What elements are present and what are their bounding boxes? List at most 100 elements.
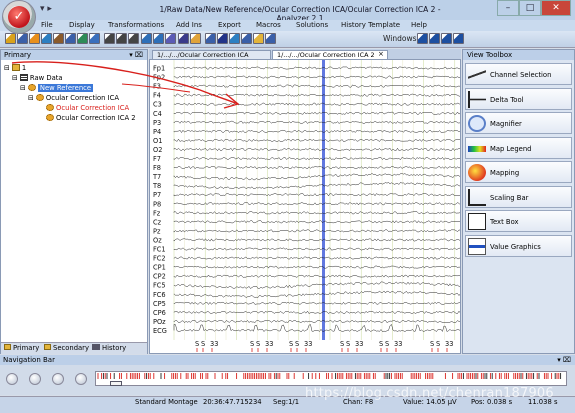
channel-label[interactable]: CP1 [153,264,166,272]
event-marker[interactable]: S [195,340,199,348]
event-marker[interactable]: S [340,340,344,348]
menu-transformations[interactable]: Transformations [108,21,164,29]
event-marker[interactable]: 33 [210,340,218,348]
collapse-icon[interactable]: ⊟ [4,64,10,72]
tree-icon[interactable] [17,33,28,44]
open-icon[interactable] [5,33,16,44]
navigation-track[interactable] [95,371,567,386]
position-thumb[interactable] [110,381,122,386]
channel-label[interactable]: POz [153,318,166,326]
channel-label[interactable]: T8 [152,182,161,190]
wave-icon[interactable] [229,33,240,44]
channel-label[interactable]: CP5 [153,300,166,308]
m-icon[interactable] [217,33,228,44]
menu-help[interactable]: Help [411,21,427,29]
event-marker[interactable]: S [346,340,350,348]
page-icon[interactable] [190,33,201,44]
event-marker[interactable]: S [295,340,299,348]
monitor-icon[interactable] [178,33,189,44]
tool-scaling-bar[interactable]: Scaling Bar [465,185,572,208]
channel-label[interactable]: Fz [153,209,161,217]
quick-access-toolbar[interactable]: ▾ ▸ [40,4,52,14]
event-marker[interactable]: S [256,340,260,348]
cascade-icon[interactable] [417,33,428,44]
app-logo-icon[interactable]: ✓ [8,6,30,28]
channel-label[interactable]: Fp2 [153,74,165,82]
channel-label[interactable]: O2 [153,146,162,154]
channel-label[interactable]: ECG [153,327,167,335]
cube-icon[interactable] [53,33,64,44]
panel-pin-icon[interactable]: ▾ ⌧ [557,355,571,365]
event-marker[interactable]: S [430,340,434,348]
channel-label[interactable]: F7 [153,155,161,163]
left-arrow-icon[interactable] [128,33,139,44]
channel-label[interactable]: Fp1 [153,65,165,73]
channel-label[interactable]: FC2 [153,255,166,263]
collapse-icon[interactable]: ⊟ [12,74,18,82]
channel-label[interactable]: T7 [152,173,161,181]
windows-menu[interactable]: Windows [383,34,416,43]
tool-map-legend[interactable]: Map Legend [465,136,572,159]
channel-label[interactable]: Cz [153,218,162,226]
event-marker[interactable]: 33 [445,340,453,348]
tree-item-raw-data[interactable]: ⊟ Raw Data [4,73,136,83]
previous-page-button[interactable] [29,373,41,385]
event-marker[interactable]: S [436,340,440,348]
channel-label[interactable]: F3 [153,83,161,91]
event-marker[interactable]: S [289,340,293,348]
menu-display[interactable]: Display [69,21,95,29]
menu-solutions[interactable]: Solutions [296,21,328,29]
channel-label[interactable]: FC6 [153,291,166,299]
tree-item-new-reference[interactable]: ⊟ New Reference [4,83,136,93]
zoom-icon[interactable] [265,33,276,44]
channel-label[interactable]: C4 [153,110,162,118]
eeg-traces[interactable]: Fp1Fp2F3F4C3C4P3P4O1O2F7F8T7T8P7P8FzCzPz… [150,60,461,354]
event-marker[interactable]: 33 [394,340,402,348]
window-icon[interactable] [441,33,452,44]
tab-ocular-correction-ica[interactable]: 1/.../.../Ocular Correction ICA [152,50,271,59]
tree-item-root[interactable]: ⊟ 1 [4,63,136,73]
time-cursor[interactable] [322,60,325,340]
event-marker[interactable]: 33 [265,340,273,348]
channel-label[interactable]: O1 [153,137,162,145]
channel-label[interactable]: P7 [153,191,161,199]
channel-label[interactable]: C3 [153,101,162,109]
event-marker[interactable]: 33 [304,340,312,348]
event-marker[interactable]: S [385,340,389,348]
tree-item-ocular-correction-ica[interactable]: ⊟ Ocular Correction ICA [4,93,136,103]
last-page-button[interactable] [75,373,87,385]
tile-icon[interactable] [429,33,440,44]
grid-icon[interactable] [89,33,100,44]
down-arrow-icon[interactable] [104,33,115,44]
collapse-icon[interactable]: ⊟ [28,94,34,102]
tool-magnifier[interactable]: Magnifier [465,112,572,134]
channel-label[interactable]: Oz [153,236,162,244]
close-button[interactable]: ✕ [541,0,571,16]
event-marker[interactable]: S [379,340,383,348]
gear-icon[interactable] [29,33,40,44]
tool-channel-selection[interactable]: Channel Selection [465,63,572,85]
event-marker[interactable]: 33 [355,340,363,348]
eeg-view[interactable]: Fp1 Fp2 F3 F4 C3 C4 P3 P4 O1 O2 F7 F8 T7 T8 P7 P8 Fz Cz Pz… [149,59,461,354]
menu-add-ins[interactable]: Add Ins [176,21,202,29]
globe-icon[interactable] [41,33,52,44]
menu-macros[interactable]: Macros [256,21,281,29]
first-page-button[interactable] [6,373,18,385]
channel-label[interactable]: FC5 [153,282,166,290]
next-page-button[interactable] [52,373,64,385]
select-icon[interactable] [65,33,76,44]
minimize-button[interactable]: – [497,0,519,16]
r-icon[interactable] [205,33,216,44]
maximize-button[interactable]: □ [519,0,541,16]
chart-icon[interactable] [77,33,88,44]
filter-icon[interactable] [165,33,176,44]
undo-icon[interactable] [141,33,152,44]
up-arrow-icon[interactable] [116,33,127,44]
channel-label[interactable]: P4 [153,128,161,136]
channel-label[interactable]: CP2 [153,273,166,281]
channel-label[interactable]: FC1 [153,246,166,254]
tool-mapping[interactable]: Mapping [465,161,572,183]
collapse-icon[interactable]: ⊟ [20,84,26,92]
menu-history-template[interactable]: History Template [341,21,400,29]
tool-text-box[interactable]: Text Box [465,210,572,232]
